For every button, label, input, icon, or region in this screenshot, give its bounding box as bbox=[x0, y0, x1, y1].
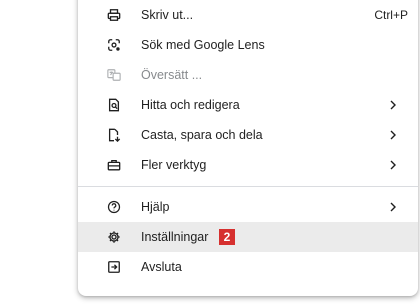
menu-item-help[interactable]: Hjälp bbox=[78, 192, 418, 222]
menu-item-label: Casta, spara och dela bbox=[141, 128, 263, 142]
printer-icon bbox=[106, 7, 122, 23]
menu-item-settings[interactable]: Inställningar 2 bbox=[78, 222, 418, 252]
menu-item-exit[interactable]: Avsluta bbox=[78, 252, 418, 282]
translate-icon bbox=[106, 67, 122, 83]
chevron-right-icon bbox=[390, 100, 396, 110]
menu-item-cast-save-share[interactable]: Casta, spara och dela bbox=[78, 120, 418, 150]
chevron-right-icon bbox=[390, 202, 396, 212]
menu-item-translate[interactable]: Översätt ... bbox=[78, 60, 418, 90]
menu-item-find-edit[interactable]: Hitta och redigera bbox=[78, 90, 418, 120]
settings-gear-icon bbox=[106, 229, 122, 245]
menu-item-label: Sök med Google Lens bbox=[141, 38, 265, 52]
toolbox-icon bbox=[106, 157, 122, 173]
shortcut-label: Ctrl+P bbox=[374, 8, 408, 22]
menu-item-print[interactable]: Skriv ut... Ctrl+P bbox=[78, 0, 418, 30]
google-lens-icon bbox=[106, 37, 122, 53]
menu-item-label: Avsluta bbox=[141, 260, 182, 274]
exit-icon bbox=[106, 259, 122, 275]
menu-item-google-lens[interactable]: Sök med Google Lens bbox=[78, 30, 418, 60]
find-edit-icon bbox=[106, 97, 122, 113]
chevron-right-icon bbox=[390, 160, 396, 170]
menu-item-label: Hitta och redigera bbox=[141, 98, 240, 112]
chevron-right-icon bbox=[390, 130, 396, 140]
menu-item-label: Fler verktyg bbox=[141, 158, 207, 172]
menu-item-label: Översätt ... bbox=[141, 68, 203, 82]
cast-save-share-icon bbox=[106, 127, 122, 143]
chrome-main-menu: Skriv ut... Ctrl+P Sök med Google Lens Ö… bbox=[78, 0, 418, 296]
menu-item-label: Skriv ut... bbox=[141, 8, 194, 22]
menu-item-label: Inställningar bbox=[141, 230, 209, 244]
menu-item-label: Hjälp bbox=[141, 200, 170, 214]
menu-item-more-tools[interactable]: Fler verktyg bbox=[78, 150, 418, 180]
menu-divider bbox=[78, 186, 418, 187]
help-icon bbox=[106, 199, 122, 215]
annotation-badge: 2 bbox=[219, 229, 235, 245]
